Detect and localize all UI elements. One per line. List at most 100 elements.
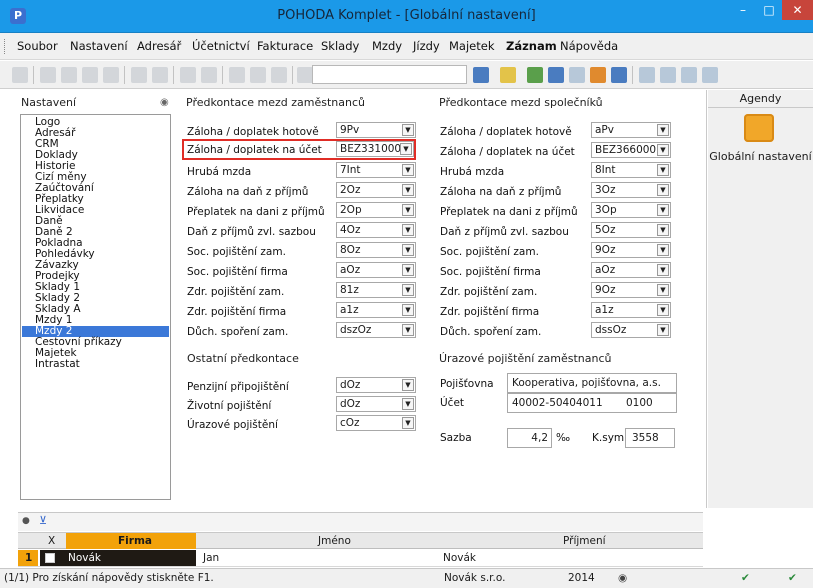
toolbar-icon-9[interactable]	[201, 67, 217, 83]
ksym-field[interactable]: 3558	[625, 428, 675, 448]
dropdown-arrow-icon[interactable]: ▼	[657, 224, 669, 236]
partner-combo[interactable]: aOz ▼	[591, 262, 671, 278]
emp-combo[interactable]: aOz ▼	[336, 262, 416, 278]
toolbar-users-icon[interactable]	[590, 67, 606, 83]
dropdown-arrow-icon[interactable]: ▼	[402, 284, 414, 296]
dropdown-arrow-icon[interactable]: ▼	[402, 264, 414, 276]
dropdown-arrow-icon[interactable]: ▼	[402, 304, 414, 316]
dropdown-arrow-icon[interactable]: ▼	[657, 284, 669, 296]
emp-combo[interactable]: dszOz ▼	[336, 322, 416, 338]
dropdown-arrow-icon[interactable]: ▼	[402, 204, 414, 216]
menu-fakturace[interactable]: Fakturace	[257, 39, 313, 53]
toolbar-window-icon[interactable]	[639, 67, 655, 83]
menu-nastaveni[interactable]: Nastavení	[70, 39, 128, 53]
menu-sklady[interactable]: Sklady	[321, 39, 359, 53]
agendy-item-label[interactable]: Globální nastavení	[708, 150, 813, 163]
menu-majetek[interactable]: Majetek	[449, 39, 494, 53]
menu-napoveda[interactable]: Nápověda	[560, 39, 618, 53]
toolbar-icon-3[interactable]	[61, 67, 77, 83]
toolbar-icon-7[interactable]	[152, 67, 168, 83]
toolbar-icon-13[interactable]	[297, 67, 313, 83]
dropdown-arrow-icon[interactable]: ▼	[402, 417, 414, 429]
menu-jizdy[interactable]: Jízdy	[413, 39, 440, 53]
emp-combo[interactable]: 2Oz ▼	[336, 182, 416, 198]
dropdown-arrow-icon[interactable]: ▼	[400, 143, 412, 155]
dropdown-arrow-icon[interactable]: ▼	[402, 124, 414, 136]
toolbar-icon-8[interactable]	[180, 67, 196, 83]
dropdown-arrow-icon[interactable]: ▼	[657, 144, 669, 156]
col-x[interactable]: X	[48, 535, 55, 547]
partner-combo[interactable]: 8Int ▼	[591, 162, 671, 178]
toolbar-window2-icon[interactable]	[660, 67, 676, 83]
toolbar-help-icon[interactable]	[702, 67, 718, 83]
partner-combo[interactable]: 3Oz ▼	[591, 182, 671, 198]
row-checkbox[interactable]	[45, 553, 55, 563]
dropdown-arrow-icon[interactable]: ▼	[657, 324, 669, 336]
dropdown-arrow-icon[interactable]: ▼	[657, 304, 669, 316]
menu-mzdy[interactable]: Mzdy	[372, 39, 402, 53]
dropdown-arrow-icon[interactable]: ▼	[657, 244, 669, 256]
emp-combo[interactable]: 7Int ▼	[336, 162, 416, 178]
settings-pin-icon[interactable]: ◉	[160, 97, 169, 108]
global-settings-icon[interactable]	[744, 114, 774, 142]
partner-combo[interactable]: 5Oz ▼	[591, 222, 671, 238]
insurer-field[interactable]: Kooperativa, pojišťovna, a.s.	[507, 373, 677, 393]
dropdown-arrow-icon[interactable]: ▼	[402, 379, 414, 391]
partner-combo[interactable]: 3Op ▼	[591, 202, 671, 218]
emp-combo[interactable]: 2Op ▼	[336, 202, 416, 218]
maximize-button[interactable]: □	[756, 0, 782, 20]
emp-combo[interactable]: BEZ331000 ▼	[336, 141, 414, 157]
emp-combo[interactable]: 9Pv ▼	[336, 122, 416, 138]
other-combo[interactable]: dOz ▼	[336, 396, 416, 412]
menu-zaznam[interactable]: Záznam	[506, 39, 557, 53]
toolbar-icon-12[interactable]	[271, 67, 287, 83]
dropdown-arrow-icon[interactable]: ▼	[657, 184, 669, 196]
toolbar-icon-4[interactable]	[82, 67, 98, 83]
partner-combo[interactable]: 9Oz ▼	[591, 282, 671, 298]
filter-icon[interactable]: ⊻	[39, 514, 47, 527]
menu-ucetnictvi[interactable]: Účetnictví	[192, 39, 250, 53]
dropdown-arrow-icon[interactable]: ▼	[402, 224, 414, 236]
toolbar-table-icon[interactable]	[548, 67, 564, 83]
toolbar-folder-icon[interactable]	[500, 67, 516, 83]
toolbar-filter-icon[interactable]	[473, 67, 489, 83]
account-field[interactable]: 40002-50404011 0100	[507, 393, 677, 413]
dropdown-arrow-icon[interactable]: ▼	[657, 204, 669, 216]
menu-adresar[interactable]: Adresář	[137, 39, 181, 53]
toolbar-window3-icon[interactable]	[681, 67, 697, 83]
toolbar-icon-6[interactable]	[131, 67, 147, 83]
emp-combo[interactable]: a1z ▼	[336, 302, 416, 318]
partner-combo[interactable]: BEZ366000 ▼	[591, 142, 671, 158]
toolbar-icon-5[interactable]	[103, 67, 119, 83]
menu-soubor[interactable]: Soubor	[17, 39, 58, 53]
rate-field[interactable]: 4,2	[507, 428, 552, 448]
dropdown-arrow-icon[interactable]: ▼	[402, 244, 414, 256]
settings-list[interactable]: Logo Adresář CRM Doklady Historie Cizí m…	[20, 114, 171, 500]
other-combo[interactable]: cOz ▼	[336, 415, 416, 431]
dropdown-arrow-icon[interactable]: ▼	[657, 124, 669, 136]
toolbar-icon-1[interactable]	[12, 67, 28, 83]
toolbar-icon-10[interactable]	[229, 67, 245, 83]
status-pin-icon[interactable]: ◉	[618, 572, 627, 584]
partner-combo[interactable]: aPv ▼	[591, 122, 671, 138]
toolbar-refresh-icon[interactable]	[527, 67, 543, 83]
table-row[interactable]: 1 Novák Jan Novák	[18, 550, 703, 567]
minimize-button[interactable]: –	[730, 0, 756, 20]
col-jmeno[interactable]: Jméno	[318, 535, 351, 547]
toolbar-doc-icon[interactable]	[569, 67, 585, 83]
toolbar-icon-2[interactable]	[40, 67, 56, 83]
toolbar-icon-11[interactable]	[250, 67, 266, 83]
toolbar-bank-icon[interactable]	[611, 67, 627, 83]
dropdown-arrow-icon[interactable]: ▼	[657, 164, 669, 176]
col-prijmeni[interactable]: Příjmení	[563, 535, 606, 547]
partner-combo[interactable]: a1z ▼	[591, 302, 671, 318]
close-button[interactable]: ✕	[782, 0, 813, 20]
dropdown-arrow-icon[interactable]: ▼	[402, 164, 414, 176]
dropdown-arrow-icon[interactable]: ▼	[657, 264, 669, 276]
partner-combo[interactable]: 9Oz ▼	[591, 242, 671, 258]
record-marker-icon[interactable]: ●	[22, 516, 30, 526]
col-firma[interactable]: Firma	[118, 535, 152, 547]
dropdown-arrow-icon[interactable]: ▼	[402, 324, 414, 336]
partner-combo[interactable]: dssOz ▼	[591, 322, 671, 338]
emp-combo[interactable]: 4Oz ▼	[336, 222, 416, 238]
